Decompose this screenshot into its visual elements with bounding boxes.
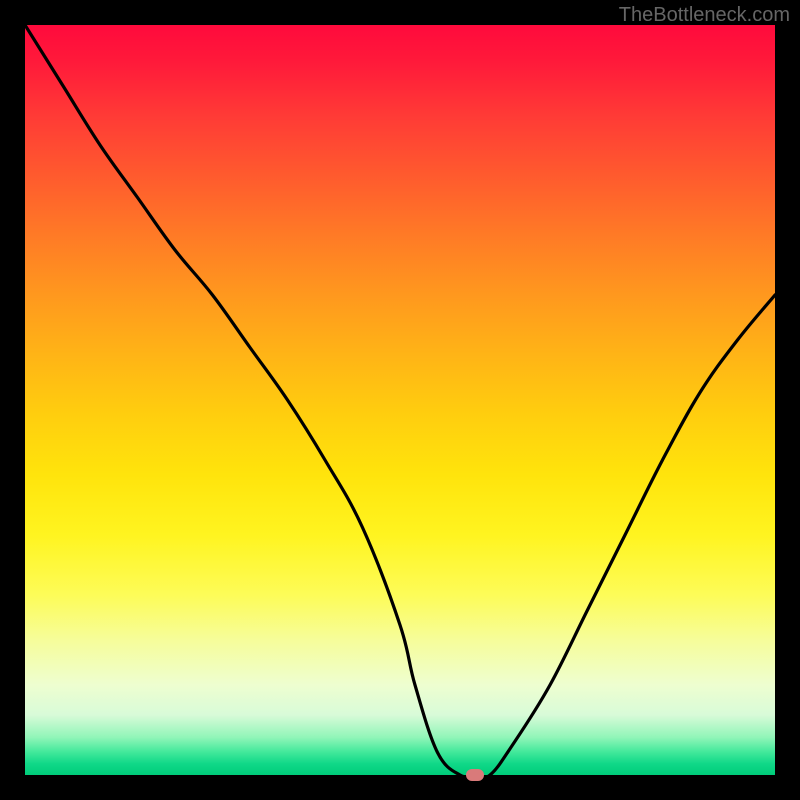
optimal-marker	[466, 769, 484, 781]
watermark-text: TheBottleneck.com	[619, 4, 790, 27]
plot-area	[25, 25, 775, 775]
bottleneck-curve	[25, 25, 775, 775]
